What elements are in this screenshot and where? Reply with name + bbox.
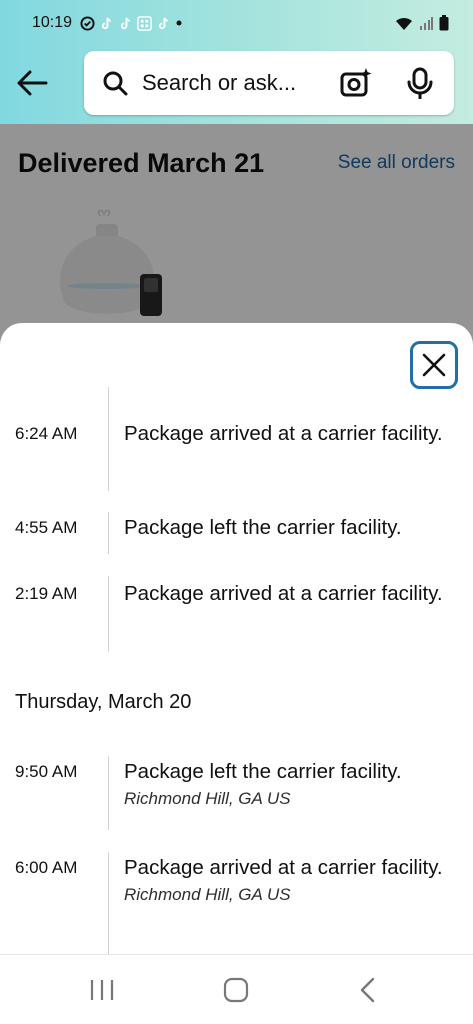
battery-icon: [439, 15, 449, 31]
more-notifications-dot: [176, 20, 182, 26]
timeline-line: [108, 852, 109, 954]
search-box[interactable]: Search or ask...: [84, 51, 454, 115]
event-text: Package arrived at a carrier facility.: [124, 419, 454, 449]
close-icon: [422, 353, 446, 377]
event-text: Package left the carrier facility.: [124, 513, 454, 543]
system-nav-bar: [0, 954, 473, 1024]
event-description: Package arrived at a carrier facility.: [124, 422, 443, 445]
close-button[interactable]: [410, 341, 458, 389]
status-time: 10:19: [32, 14, 73, 31]
event-description: Package left the carrier facility.: [124, 760, 402, 783]
tracking-bottom-sheet: 6:24 AM Package arrived at a carrier fac…: [0, 323, 473, 954]
search-row: Search or ask...: [0, 46, 473, 120]
arrow-left-icon: [17, 70, 48, 96]
wifi-icon: [396, 17, 412, 30]
timeline-line: [108, 756, 109, 830]
timeline-line: [108, 387, 109, 491]
signal-icon: [420, 17, 433, 30]
event-text: Package arrived at a carrier facility.: [124, 579, 454, 609]
event-location: Richmond Hill, GA US: [124, 885, 291, 904]
search-icon: [103, 71, 128, 96]
event-time: 6:24 AM: [15, 424, 78, 443]
status-right-icons: [395, 15, 449, 31]
back-button[interactable]: [0, 51, 64, 115]
home-icon: [223, 977, 249, 1003]
tiktok-icon: [101, 17, 111, 29]
event-description: Package arrived at a carrier facility.: [124, 856, 443, 879]
voice-search-button[interactable]: [400, 63, 440, 103]
event-text: Package arrived at a carrier facility. R…: [124, 853, 454, 905]
microphone-icon: [407, 67, 433, 99]
back-icon: [360, 977, 375, 1003]
nav-back-button[interactable]: [348, 973, 388, 1007]
day-header: Thursday, March 20: [15, 691, 192, 713]
tiktok-icon: [120, 17, 130, 29]
app-icon: [80, 15, 95, 31]
event-description: Package left the carrier facility.: [124, 516, 402, 539]
event-time: 6:00 AM: [15, 858, 78, 877]
search-input[interactable]: Search or ask...: [142, 70, 336, 96]
qr-code-icon: [137, 15, 152, 31]
tiktok-icon: [158, 17, 168, 29]
event-description: Package arrived at a carrier facility.: [124, 582, 443, 605]
notification-icons: [80, 15, 183, 31]
timeline-line: [108, 576, 109, 652]
status-bar: 10:19: [0, 0, 473, 46]
camera-sparkle-icon: [340, 68, 372, 97]
recents-icon: [90, 980, 114, 1000]
recents-button[interactable]: [82, 973, 122, 1007]
event-time: 4:55 AM: [15, 518, 78, 537]
event-text: Package left the carrier facility. Richm…: [124, 757, 454, 809]
app-header: 10:19 Search or ask...: [0, 0, 473, 124]
camera-search-button[interactable]: [336, 63, 376, 103]
home-button[interactable]: [216, 973, 256, 1007]
event-time: 2:19 AM: [15, 584, 78, 603]
event-location: Richmond Hill, GA US: [124, 789, 291, 808]
timeline-line: [108, 512, 109, 554]
event-time: 9:50 AM: [15, 762, 78, 781]
